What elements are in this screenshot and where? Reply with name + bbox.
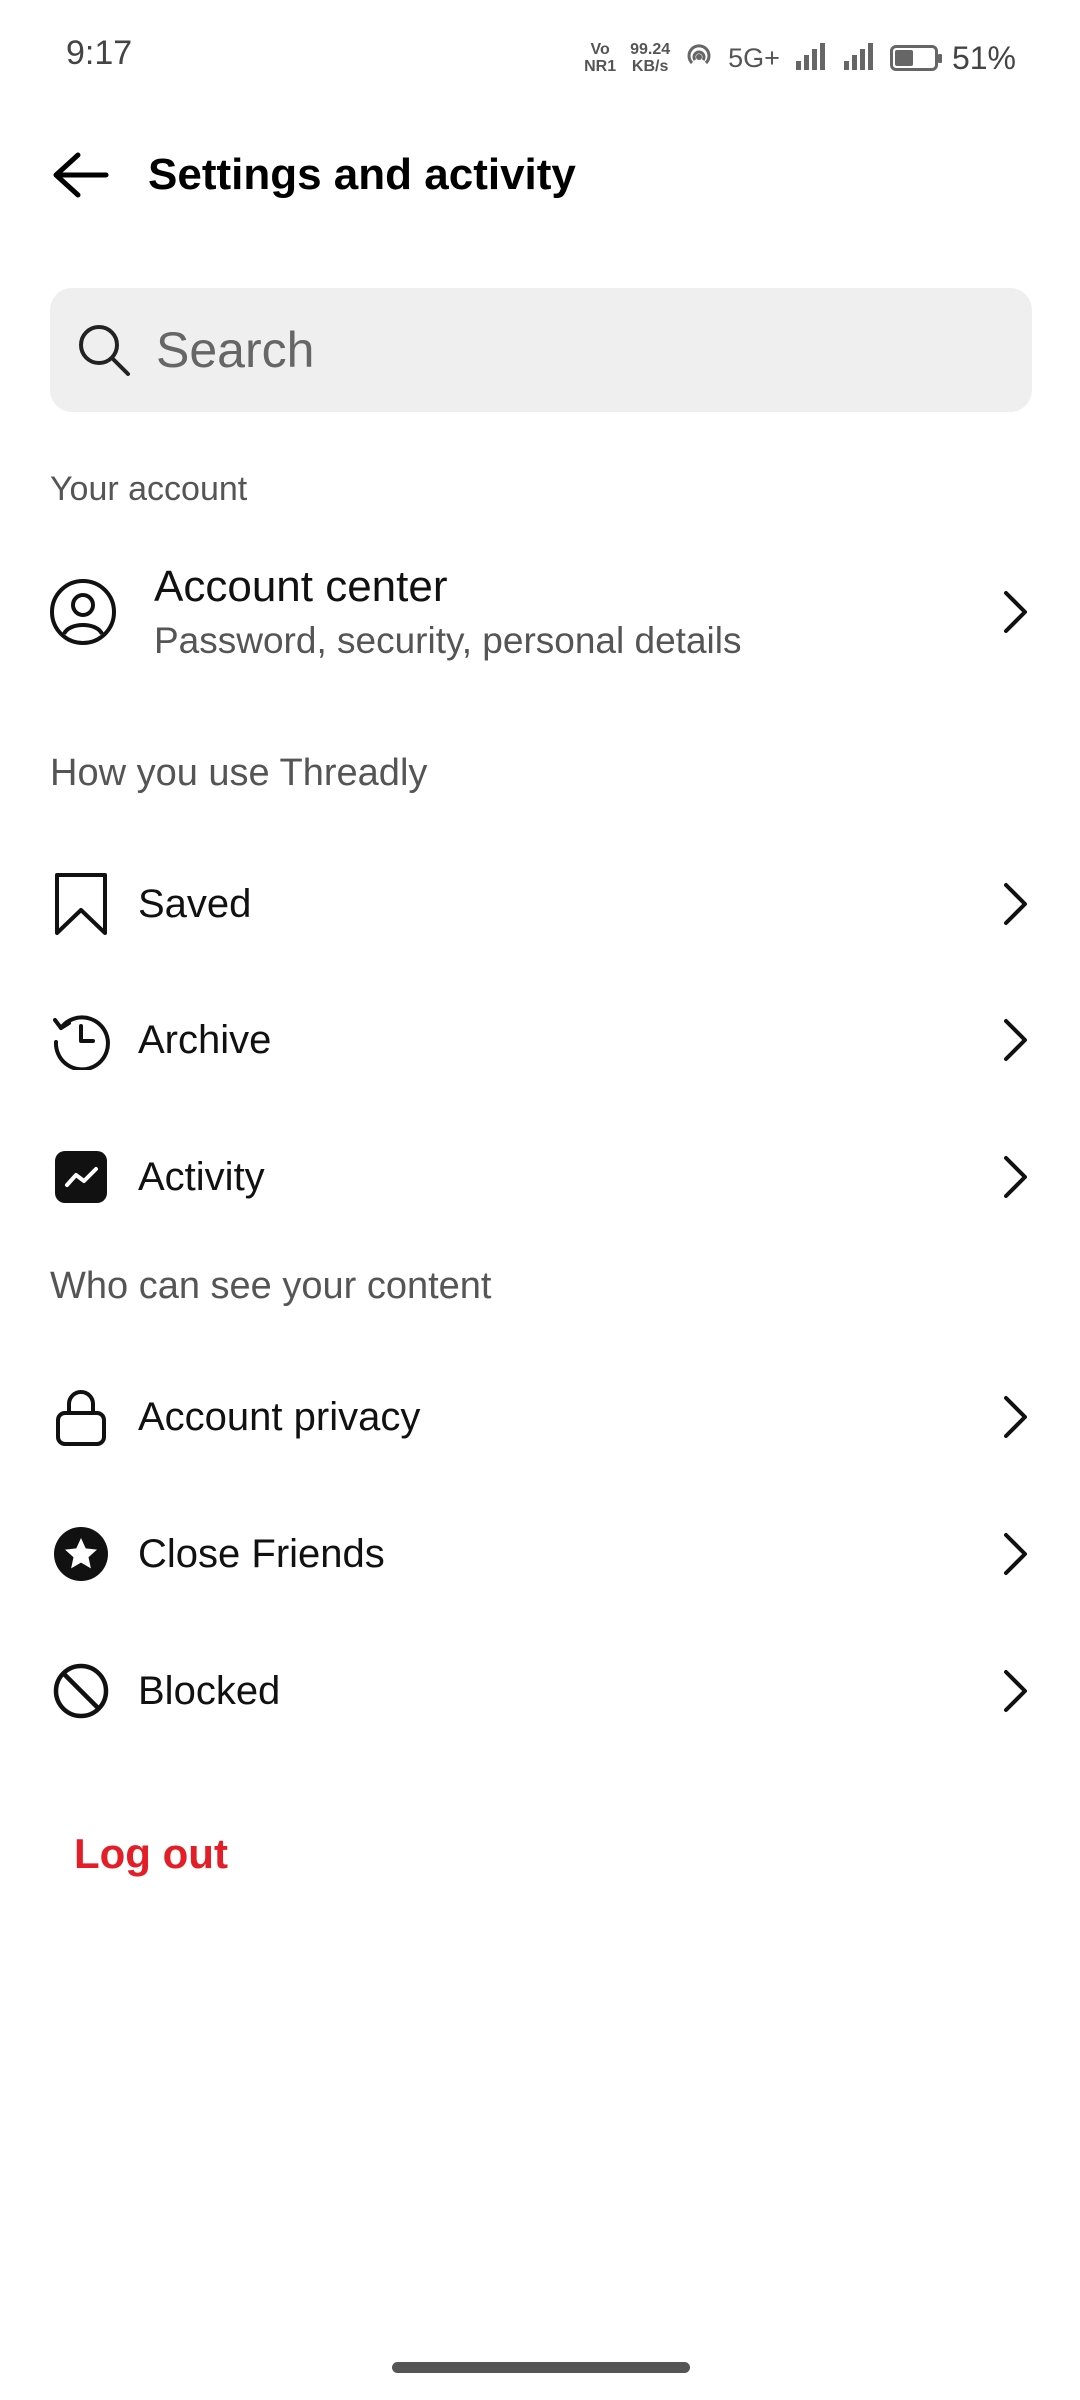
chevron-right-icon <box>1000 1531 1030 1577</box>
activity-chart-icon <box>48 1144 114 1210</box>
account-privacy-item[interactable]: Account privacy <box>0 1352 1080 1482</box>
saved-label: Saved <box>138 881 252 926</box>
chevron-right-icon <box>1000 1394 1030 1440</box>
signal-icon-2 <box>842 41 876 76</box>
saved-item[interactable]: Saved <box>0 839 1080 969</box>
logout-button[interactable]: Log out <box>74 1830 228 1878</box>
status-icons: Vo NR1 99.24 KB/s 5G+ 51% <box>584 30 1016 86</box>
close-friends-label: Close Friends <box>138 1531 385 1576</box>
section-how-you-use: How you use Threadly <box>50 752 428 794</box>
chevron-right-icon <box>1000 881 1030 927</box>
network-speed: 99.24 KB/s <box>630 41 671 75</box>
chevron-right-icon <box>1000 1668 1030 1714</box>
account-privacy-label: Account privacy <box>138 1394 421 1439</box>
account-center-title: Account center <box>154 562 448 611</box>
chevron-right-icon <box>1000 589 1030 635</box>
close-friends-item[interactable]: Close Friends <box>0 1489 1080 1619</box>
home-indicator[interactable] <box>392 2362 690 2373</box>
volte-indicator: Vo NR1 <box>584 41 617 75</box>
section-who-can-see: Who can see your content <box>50 1265 492 1307</box>
account-center-subtitle: Password, security, personal details <box>154 620 742 661</box>
blocked-item[interactable]: Blocked <box>0 1626 1080 1756</box>
search-input[interactable] <box>154 320 978 380</box>
section-your-account: Your account <box>50 470 248 508</box>
activity-label: Activity <box>138 1154 265 1199</box>
star-circle-icon <box>48 1521 114 1587</box>
settings-screen: 9:17 Vo NR1 99.24 KB/s 5G+ 51% Settings … <box>0 0 1080 2400</box>
search-bar[interactable] <box>50 288 1032 412</box>
account-center-item[interactable]: Account center Password, security, perso… <box>0 532 1080 692</box>
block-icon <box>48 1658 114 1724</box>
arrow-left-icon <box>53 152 109 198</box>
signal-icon-1 <box>794 41 828 76</box>
hotspot-icon <box>684 41 714 76</box>
back-button[interactable] <box>20 130 140 220</box>
archive-item[interactable]: Archive <box>0 975 1080 1105</box>
status-bar: 9:17 Vo NR1 99.24 KB/s 5G+ 51% <box>0 0 1080 110</box>
battery-icon <box>889 45 942 71</box>
header: Settings and activity <box>0 130 1080 220</box>
search-icon <box>79 325 130 376</box>
archive-label: Archive <box>138 1017 272 1062</box>
activity-item[interactable]: Activity <box>0 1112 1080 1242</box>
status-time: 9:17 <box>66 34 133 72</box>
archive-clock-icon <box>48 1007 114 1073</box>
lock-icon <box>48 1384 114 1450</box>
chevron-right-icon <box>1000 1017 1030 1063</box>
user-circle-icon <box>48 577 118 647</box>
battery-percent: 51% <box>951 39 1016 76</box>
account-center-text: Account center Password, security, perso… <box>154 562 741 662</box>
bookmark-icon <box>48 871 114 937</box>
page-title: Settings and activity <box>148 150 576 199</box>
chevron-right-icon <box>1000 1154 1030 1200</box>
network-type: 5G+ <box>728 42 780 73</box>
blocked-label: Blocked <box>138 1668 281 1713</box>
